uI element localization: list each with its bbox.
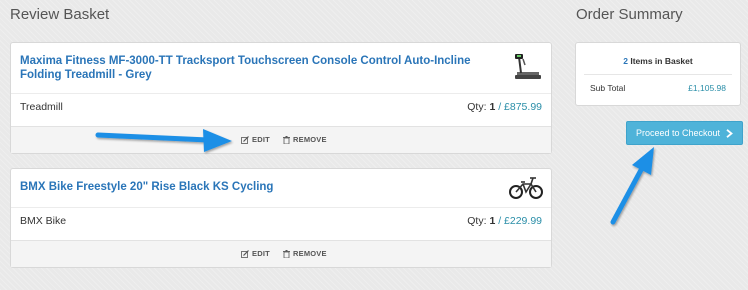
qty-value: 1 — [489, 101, 496, 113]
items-count: 2 Items in Basket — [576, 56, 740, 66]
remove-label: REMOVE — [293, 135, 327, 144]
trash-icon — [283, 135, 290, 144]
quantity-price: Qty: 1 / £229.99 — [467, 215, 542, 227]
basket-item-card: BMX Bike Freestyle 20" Rise Black KS Cyc… — [10, 168, 552, 268]
card-actions: EDIT REMOVE — [11, 240, 551, 267]
qty-label: Qty: — [467, 215, 487, 227]
subtotal-label: Sub Total — [590, 83, 626, 93]
proceed-to-checkout-button[interactable]: Proceed to Checkout — [626, 121, 743, 145]
product-name-link[interactable]: Maxima Fitness MF-3000-TT Tracksport Tou… — [20, 54, 490, 82]
remove-button[interactable]: REMOVE — [283, 249, 327, 258]
divider — [584, 74, 732, 75]
product-name-link[interactable]: BMX Bike Freestyle 20" Rise Black KS Cyc… — [20, 180, 490, 194]
pencil-icon — [241, 135, 249, 144]
item-price: / £229.99 — [498, 215, 542, 227]
treadmill-icon — [515, 54, 541, 79]
items-count-number: 2 — [623, 56, 628, 66]
product-type: Treadmill — [20, 101, 63, 113]
qty-label: Qty: — [467, 101, 487, 113]
items-count-label: Items in Basket — [630, 56, 693, 66]
product-type: BMX Bike — [20, 215, 67, 227]
bmx-bike-icon — [509, 177, 543, 199]
divider — [11, 93, 551, 94]
remove-label: REMOVE — [293, 249, 327, 258]
subtotal-value: £1,105.98 — [688, 83, 726, 93]
edit-button[interactable]: EDIT — [241, 135, 270, 144]
quantity-price: Qty: 1 / £875.99 — [467, 101, 542, 113]
remove-button[interactable]: REMOVE — [283, 135, 327, 144]
qty-value: 1 — [489, 215, 496, 227]
edit-button[interactable]: EDIT — [241, 249, 270, 258]
item-price: / £875.99 — [498, 101, 542, 113]
edit-label: EDIT — [252, 135, 270, 144]
basket-item-card: Maxima Fitness MF-3000-TT Tracksport Tou… — [10, 42, 552, 154]
trash-icon — [283, 249, 290, 258]
order-summary-panel: 2 Items in Basket Sub Total £1,105.98 — [575, 42, 741, 106]
pencil-icon — [241, 249, 249, 258]
checkout-label: Proceed to Checkout — [635, 128, 721, 138]
card-actions: EDIT REMOVE — [11, 126, 551, 153]
review-basket-title: Review Basket — [10, 6, 110, 23]
chevron-right-icon — [726, 128, 733, 138]
edit-label: EDIT — [252, 249, 270, 258]
order-summary-title: Order Summary — [576, 6, 683, 23]
divider — [11, 207, 551, 208]
arrow-to-checkout-icon — [610, 147, 654, 225]
